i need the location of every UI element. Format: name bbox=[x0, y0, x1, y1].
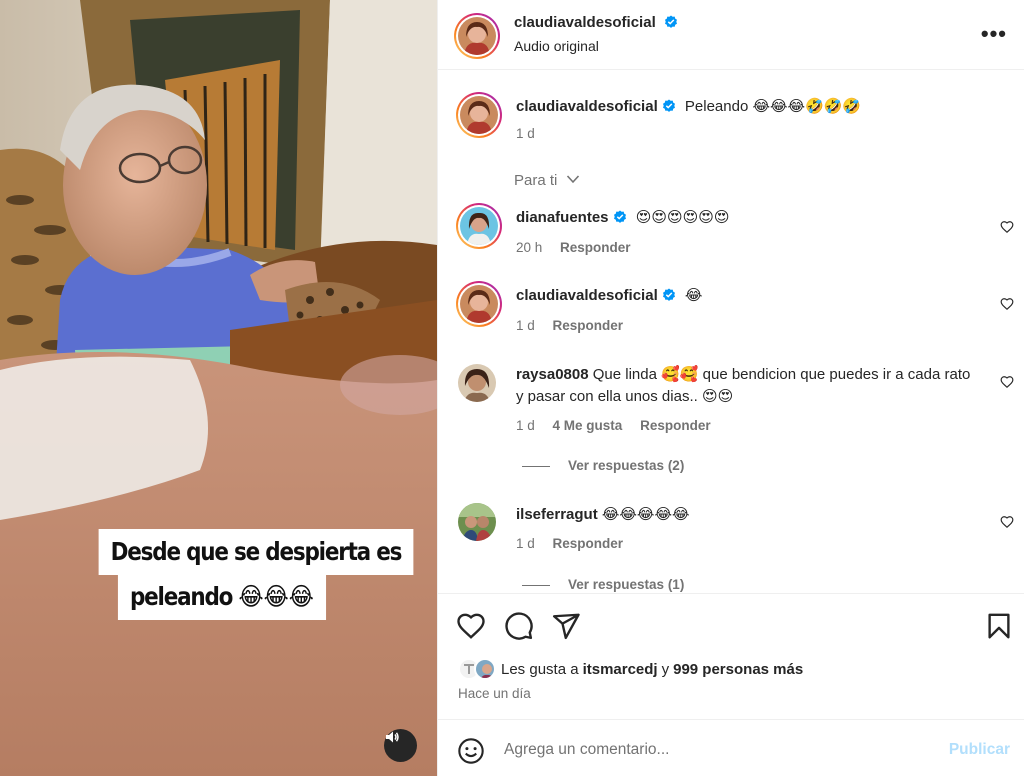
avatar-image bbox=[460, 96, 498, 134]
verified-badge-icon bbox=[665, 15, 678, 28]
video-frame bbox=[0, 0, 437, 776]
reply-button[interactable]: Responder bbox=[560, 240, 631, 255]
likes-others-count[interactable]: 999 personas más bbox=[673, 661, 803, 678]
comment-item: claudiavaldesoficial 😂 1 d Responder bbox=[438, 281, 1024, 341]
avatar[interactable] bbox=[456, 281, 502, 327]
comment-username[interactable]: raysa0808 bbox=[516, 366, 589, 383]
avatar[interactable] bbox=[456, 203, 502, 249]
comment-body: 😂😂😂😂😂 bbox=[601, 506, 690, 523]
avatar-image bbox=[460, 207, 498, 245]
reply-button[interactable]: Responder bbox=[640, 418, 711, 433]
like-heart-icon[interactable] bbox=[456, 611, 486, 641]
audio-toggle-button[interactable] bbox=[384, 729, 417, 762]
comment-username[interactable]: dianafuentes bbox=[516, 209, 609, 226]
likes-joiner: y bbox=[661, 660, 670, 678]
bookmark-save-icon[interactable] bbox=[984, 611, 1014, 641]
caption-body: Peleando 😂😂😂🤣🤣🤣 bbox=[684, 98, 862, 115]
like-comment-heart-icon[interactable] bbox=[1000, 375, 1014, 389]
header-username[interactable]: claudiavaldesoficial bbox=[514, 14, 656, 31]
post-panel: claudiavaldesoficial Audio original ••• … bbox=[437, 0, 1024, 776]
comment-username[interactable]: ilseferragut bbox=[516, 506, 598, 523]
comment-time[interactable]: 20 h bbox=[516, 240, 542, 255]
emoji-smile-icon[interactable] bbox=[457, 737, 485, 765]
caption-emoji: 😂😂😂 bbox=[238, 582, 314, 611]
comment-time[interactable]: 1 d bbox=[516, 318, 535, 333]
comment-likes-count[interactable]: 4 Me gusta bbox=[553, 418, 623, 433]
caption-word: peleando bbox=[129, 582, 233, 611]
avatar-image bbox=[476, 660, 494, 678]
caption-time[interactable]: 1 d bbox=[516, 126, 535, 141]
like-comment-heart-icon[interactable] bbox=[1000, 515, 1014, 529]
replies-divider bbox=[522, 584, 550, 586]
comment-time[interactable]: 1 d bbox=[516, 536, 535, 551]
reel-video[interactable]: Desde que se despierta es peleando 😂😂😂 bbox=[0, 0, 437, 776]
verified-badge-icon bbox=[662, 288, 675, 301]
comment-body: 😂 bbox=[684, 287, 703, 304]
reply-button[interactable]: Responder bbox=[553, 536, 624, 551]
avatar[interactable] bbox=[458, 503, 496, 541]
comment-body: 😍😍😍😍😍😍 bbox=[635, 209, 730, 226]
add-comment-bar: Publicar bbox=[438, 719, 1024, 776]
comment-input[interactable] bbox=[504, 738, 924, 762]
comment-meta: 1 d Responder bbox=[516, 536, 637, 551]
avatar-image bbox=[458, 364, 496, 402]
share-send-icon[interactable] bbox=[551, 611, 581, 641]
comment-item: dianafuentes 😍😍😍😍😍😍 20 h Responder bbox=[438, 203, 1024, 263]
caption-line-1: Desde que se despierta es bbox=[98, 529, 414, 575]
like-comment-heart-icon[interactable] bbox=[1000, 297, 1014, 311]
comment-username[interactable]: claudiavaldesoficial bbox=[516, 287, 658, 304]
view-replies-label: Ver respuestas (2) bbox=[568, 458, 685, 473]
likes-prefix: Les gusta a bbox=[501, 660, 579, 678]
avatar-image bbox=[460, 285, 498, 323]
likes-summary: Les gusta a itsmarcedj y 999 personas má… bbox=[458, 658, 803, 680]
caption-username[interactable]: claudiavaldesoficial bbox=[516, 98, 658, 115]
comment-meta: 1 d 4 Me gusta Responder bbox=[516, 418, 725, 433]
verified-badge-icon bbox=[613, 210, 626, 223]
avatar[interactable] bbox=[456, 92, 502, 138]
reply-button[interactable]: Responder bbox=[553, 318, 624, 333]
comment-item: raysa0808 Que linda 🥰🥰 que bendicion que… bbox=[438, 362, 1024, 473]
post-header: claudiavaldesoficial Audio original ••• bbox=[438, 0, 1024, 70]
post-time-ago[interactable]: Hace un día bbox=[458, 686, 531, 701]
audio-original-link[interactable]: Audio original bbox=[514, 38, 599, 54]
comment-text: raysa0808 Que linda 🥰🥰 que bendicion que… bbox=[516, 364, 976, 408]
comment-filter-dropdown[interactable]: Para ti bbox=[514, 172, 580, 189]
post-action-bar bbox=[438, 593, 1024, 657]
verified-badge-icon bbox=[662, 99, 675, 112]
header-user: claudiavaldesoficial bbox=[514, 14, 678, 32]
comment-text: claudiavaldesoficial 😂 bbox=[516, 285, 976, 307]
caption-text: claudiavaldesoficial Peleando 😂😂😂🤣🤣🤣 bbox=[516, 96, 976, 118]
filter-label: Para ti bbox=[514, 172, 558, 189]
view-replies-label: Ver respuestas (1) bbox=[568, 577, 685, 592]
comment-time[interactable]: 1 d bbox=[516, 418, 535, 433]
publish-button[interactable]: Publicar bbox=[949, 741, 1010, 759]
avatar[interactable] bbox=[458, 364, 496, 402]
avatar[interactable] bbox=[454, 13, 500, 59]
comment-item: ilseferragut 😂😂😂😂😂 1 d Responder Ver res… bbox=[438, 501, 1024, 592]
replies-divider bbox=[522, 465, 550, 467]
comment-bubble-icon[interactable] bbox=[504, 611, 534, 641]
video-caption: Desde que se despierta es peleando 😂😂😂 bbox=[73, 529, 414, 620]
liker-username[interactable]: itsmarcedj bbox=[583, 661, 658, 678]
liker-avatar[interactable] bbox=[474, 658, 496, 680]
like-comment-heart-icon[interactable] bbox=[1000, 220, 1014, 234]
avatar-image bbox=[458, 17, 496, 55]
chevron-down-icon bbox=[566, 175, 579, 184]
view-replies-button[interactable]: Ver respuestas (2) bbox=[522, 458, 684, 473]
comment-text: ilseferragut 😂😂😂😂😂 bbox=[516, 504, 976, 526]
post-caption: claudiavaldesoficial Peleando 😂😂😂🤣🤣🤣 1 d bbox=[438, 92, 1024, 152]
comment-meta: 20 h Responder bbox=[516, 240, 645, 255]
caption-meta: 1 d bbox=[516, 126, 549, 141]
avatar-image bbox=[458, 503, 496, 541]
speaker-icon bbox=[386, 731, 399, 743]
comment-meta: 1 d Responder bbox=[516, 318, 637, 333]
view-replies-button[interactable]: Ver respuestas (1) bbox=[522, 577, 684, 592]
caption-line-2: peleando 😂😂😂 bbox=[117, 574, 326, 620]
comment-text: dianafuentes 😍😍😍😍😍😍 bbox=[516, 207, 976, 229]
more-options-icon[interactable]: ••• bbox=[981, 23, 1007, 45]
